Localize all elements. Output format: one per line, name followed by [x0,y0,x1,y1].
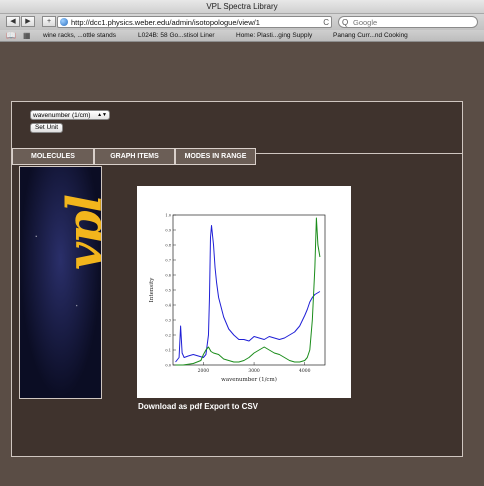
select-arrows-icon: ▲▼ [97,112,107,118]
download-pdf-link[interactable]: Download as pdf [138,402,202,411]
y-tick-label: 0.7 [165,259,171,263]
plot-links: Download as pdf Export to CSV [138,402,258,411]
x-tick-label: 3000 [248,368,260,374]
tab-graph-items[interactable]: GRAPH ITEMS [94,148,175,165]
bookmark-item[interactable]: L024B: 58 Go...stisol Liner [138,30,215,42]
address-bar[interactable]: http://dcc1.physics.weber.edu/admin/isot… [57,16,332,28]
export-csv-link[interactable]: Export to CSV [204,402,258,411]
unit-select[interactable]: wavenumber (1/cm) ▲▼ [30,110,110,120]
reload-icon[interactable]: C [323,17,329,28]
series-line-1 [175,225,321,363]
tab-modes-in-range[interactable]: MODES IN RANGE [175,148,256,165]
y-tick-label: 0.0 [165,364,171,368]
y-tick-label: 0.5 [165,289,171,293]
y-tick-label: 0.6 [165,274,171,278]
browser-toolbar: ◀ ▶ + http://dcc1.physics.weber.edu/admi… [0,14,484,30]
search-input[interactable] [353,17,473,27]
bookmarks-book-icon[interactable]: 📖 [6,31,16,41]
back-button[interactable]: ◀ [6,16,20,27]
unit-select-value: wavenumber (1/cm) [33,112,91,119]
bookmark-item[interactable]: Panang Curr...nd Cooking [333,30,408,42]
vpl-logo: vpl [56,196,102,270]
y-tick-label: 0.3 [165,319,171,323]
set-unit-button[interactable]: Set Unit [30,123,63,133]
y-tick-label: 1.0 [165,214,171,218]
vpl-banner: vpl [19,166,102,399]
y-axis-label: Intensity [149,277,155,303]
globe-icon [60,18,68,26]
bookmarks-bar: 📖 ▦ wine racks, ...ottle stands L024B: 5… [0,30,484,42]
bookmark-item[interactable]: Home: Plasti...ging Supply [236,30,312,42]
search-icon: Q [342,18,349,27]
y-tick-label: 0.9 [165,229,171,233]
x-tick-label: 4000 [299,368,311,374]
y-tick-label: 0.8 [165,244,171,248]
content-panel: wavenumber (1/cm) ▲▼ Set Unit MOLECULES … [11,101,463,457]
search-box[interactable]: Q [338,16,478,28]
window-title: VPL Spectra Library [0,0,484,14]
forward-button[interactable]: ▶ [21,16,35,27]
url-text[interactable]: http://dcc1.physics.weber.edu/admin/isot… [71,17,260,28]
spectrum-plot: 0.0 0.1 0.2 0.3 0.4 0.5 0.6 0.7 0.8 0.9 1.0 2000 30… [137,186,351,398]
spectrum-chart-svg: 0.0 0.1 0.2 0.3 0.4 0.5 0.6 0.7 0.8 0.9 1.0 2000 30… [149,214,326,383]
y-tick-label: 0.4 [165,304,171,308]
bookmarks-grid-icon[interactable]: ▦ [23,31,31,41]
x-axis-label: wavenumber (1/cm) [221,376,277,383]
add-bookmark-button[interactable]: + [42,16,56,27]
tab-molecules[interactable]: MOLECULES [12,148,94,165]
y-tick-label: 0.1 [165,349,171,353]
x-tick-label: 2000 [198,368,210,374]
plot-frame [172,214,326,366]
y-tick-label: 0.2 [165,334,171,338]
series-line-2 [175,217,321,366]
bookmark-item[interactable]: wine racks, ...ottle stands [43,30,116,42]
